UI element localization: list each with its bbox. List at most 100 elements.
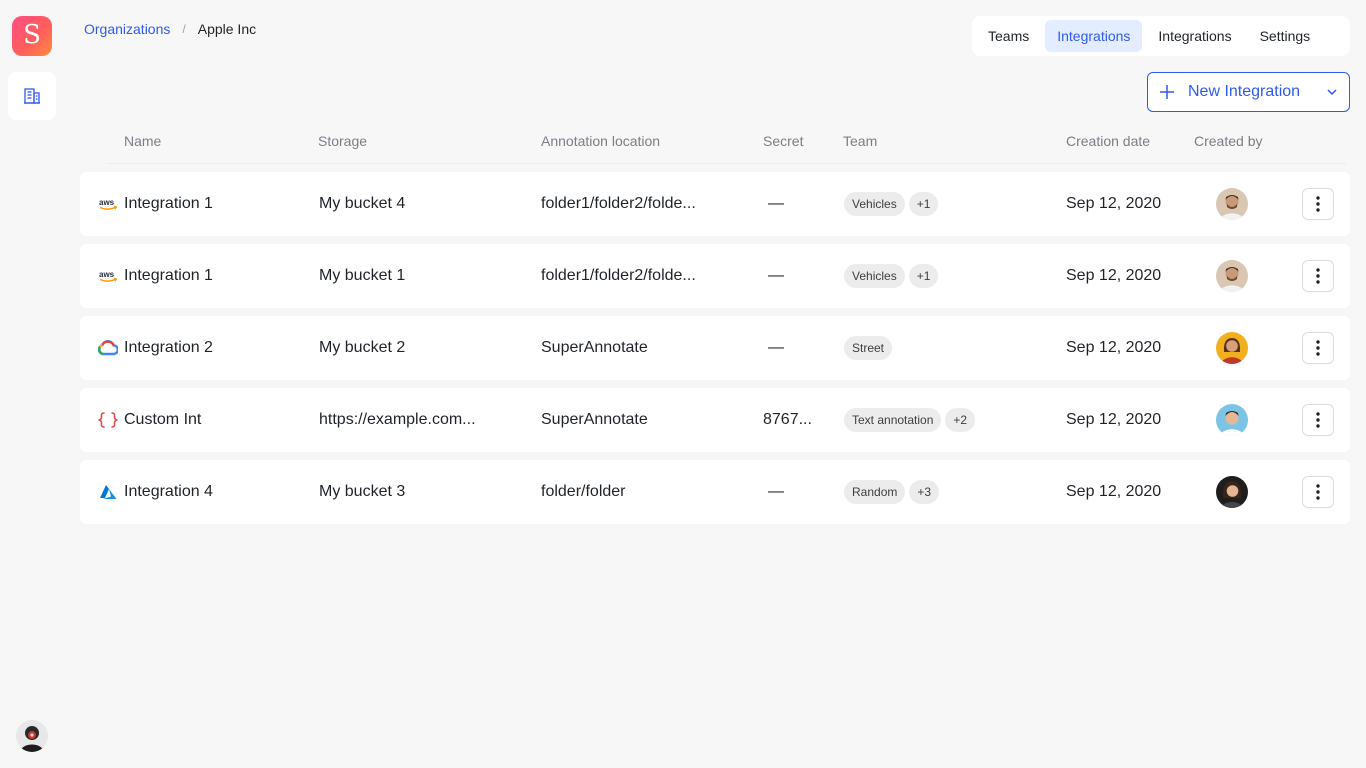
team-more-chip[interactable]: +1 <box>908 192 939 216</box>
current-user-avatar[interactable] <box>16 720 48 752</box>
table-row[interactable]: Custom Int https://example.com... SuperA… <box>80 388 1350 452</box>
creator-avatar <box>1216 476 1248 508</box>
name-cell: aws Integration 1 <box>98 172 213 236</box>
more-vertical-icon <box>1316 196 1320 212</box>
annotation-location-cell: SuperAnnotate <box>541 411 648 428</box>
secret-cell: — <box>768 483 784 500</box>
created-by-cell <box>1216 388 1248 452</box>
creation-date-cell: Sep 12, 2020 <box>1066 483 1162 500</box>
app-logo[interactable]: S <box>12 16 52 56</box>
creator-avatar <box>1216 188 1248 220</box>
integration-name: Integration 2 <box>124 339 213 356</box>
team-chip: Vehicles <box>844 192 905 216</box>
actions-cell <box>1302 172 1334 236</box>
storage-cell: My bucket 4 <box>319 195 406 212</box>
header-annotation-location[interactable]: Annotation location <box>541 133 660 149</box>
table-header: Name Storage Annotation location Secret … <box>108 128 1346 164</box>
header-team[interactable]: Team <box>843 133 877 149</box>
top-tabs: Teams Integrations Integrations Settings <box>972 16 1350 56</box>
more-vertical-icon <box>1316 268 1320 284</box>
team-chip: Text annotation <box>844 408 942 432</box>
tab-integrations-2[interactable]: Integrations <box>1146 20 1243 52</box>
google-cloud-icon <box>98 338 118 358</box>
table-row[interactable]: Integration 4 My bucket 3 folder/folder … <box>80 460 1350 524</box>
new-integration-button[interactable]: New Integration <box>1147 72 1350 112</box>
tab-teams[interactable]: Teams <box>976 20 1041 52</box>
breadcrumb-separator: / <box>182 22 186 36</box>
chevron-down-icon[interactable] <box>1327 89 1337 95</box>
creator-avatar <box>1216 332 1248 364</box>
team-cell: Random +3 <box>844 460 943 524</box>
more-vertical-icon <box>1316 484 1320 500</box>
table-row[interactable]: aws Integration 1 My bucket 4 folder1/fo… <box>80 172 1350 236</box>
tab-settings[interactable]: Settings <box>1248 20 1323 52</box>
secret-cell: — <box>768 339 784 356</box>
integration-name: Integration 1 <box>124 195 213 212</box>
actions-cell <box>1302 388 1334 452</box>
team-cell: Street <box>844 316 896 380</box>
annotation-location-cell: folder/folder <box>541 483 626 500</box>
custom-code-icon <box>98 410 118 430</box>
created-by-cell <box>1216 316 1248 380</box>
team-chip: Vehicles <box>844 264 905 288</box>
team-chip: Street <box>844 336 893 360</box>
table-row[interactable]: Integration 2 My bucket 2 SuperAnnotate … <box>80 316 1350 380</box>
actions-cell <box>1302 460 1334 524</box>
building-icon <box>24 88 40 104</box>
breadcrumb-organizations-link[interactable]: Organizations <box>84 21 170 37</box>
team-more-chip[interactable]: +2 <box>945 408 976 432</box>
secret-cell: 8767... <box>763 411 812 428</box>
name-cell: Custom Int <box>98 388 201 452</box>
team-more-chip[interactable]: +1 <box>908 264 939 288</box>
secret-cell: — <box>768 195 784 212</box>
team-cell: Vehicles +1 <box>844 244 942 308</box>
tab-integrations[interactable]: Integrations <box>1045 20 1143 52</box>
annotation-location-cell: folder1/folder2/folde... <box>541 195 696 212</box>
organization-nav-button[interactable] <box>8 72 56 120</box>
secret-cell: — <box>768 267 784 284</box>
actions-cell <box>1302 316 1334 380</box>
breadcrumb: Organizations / Apple Inc <box>84 20 256 38</box>
actions-cell <box>1302 244 1334 308</box>
header-created-by[interactable]: Created by <box>1194 133 1262 149</box>
team-chip: Random <box>844 480 906 504</box>
row-menu-button[interactable] <box>1302 476 1334 508</box>
left-rail: S <box>0 0 64 768</box>
header-secret[interactable]: Secret <box>763 133 803 149</box>
header-creation-date[interactable]: Creation date <box>1066 133 1150 149</box>
annotation-location-cell: SuperAnnotate <box>541 339 648 356</box>
storage-cell: My bucket 2 <box>319 339 406 356</box>
more-vertical-icon <box>1316 340 1320 356</box>
svg-text:aws: aws <box>99 270 115 279</box>
header-storage[interactable]: Storage <box>318 133 367 149</box>
table-row[interactable]: aws Integration 1 My bucket 1 folder1/fo… <box>80 244 1350 308</box>
logo-letter: S <box>23 20 41 50</box>
team-more-chip[interactable]: +3 <box>909 480 940 504</box>
storage-cell: https://example.com... <box>319 411 476 428</box>
created-by-cell <box>1216 172 1248 236</box>
creation-date-cell: Sep 12, 2020 <box>1066 339 1162 356</box>
creation-date-cell: Sep 12, 2020 <box>1066 195 1162 212</box>
creator-avatar <box>1216 260 1248 292</box>
created-by-cell <box>1216 244 1248 308</box>
name-cell: Integration 2 <box>98 316 213 380</box>
annotation-location-cell: folder1/folder2/folde... <box>541 267 696 284</box>
row-menu-button[interactable] <box>1302 332 1334 364</box>
integration-name: Custom Int <box>124 411 202 428</box>
header-name[interactable]: Name <box>124 133 161 149</box>
more-vertical-icon <box>1316 412 1320 428</box>
aws-icon: aws <box>98 194 118 214</box>
created-by-cell <box>1216 460 1248 524</box>
integration-name: Integration 4 <box>124 483 213 500</box>
creator-avatar <box>1216 404 1248 436</box>
breadcrumb-current: Apple Inc <box>197 21 257 37</box>
team-cell: Text annotation +2 <box>844 388 979 452</box>
row-menu-button[interactable] <box>1302 404 1334 436</box>
row-menu-button[interactable] <box>1302 260 1334 292</box>
creation-date-cell: Sep 12, 2020 <box>1066 267 1162 284</box>
team-cell: Vehicles +1 <box>844 172 942 236</box>
azure-icon <box>98 482 118 502</box>
row-menu-button[interactable] <box>1302 188 1334 220</box>
storage-cell: My bucket 1 <box>319 267 406 284</box>
creation-date-cell: Sep 12, 2020 <box>1066 411 1162 428</box>
